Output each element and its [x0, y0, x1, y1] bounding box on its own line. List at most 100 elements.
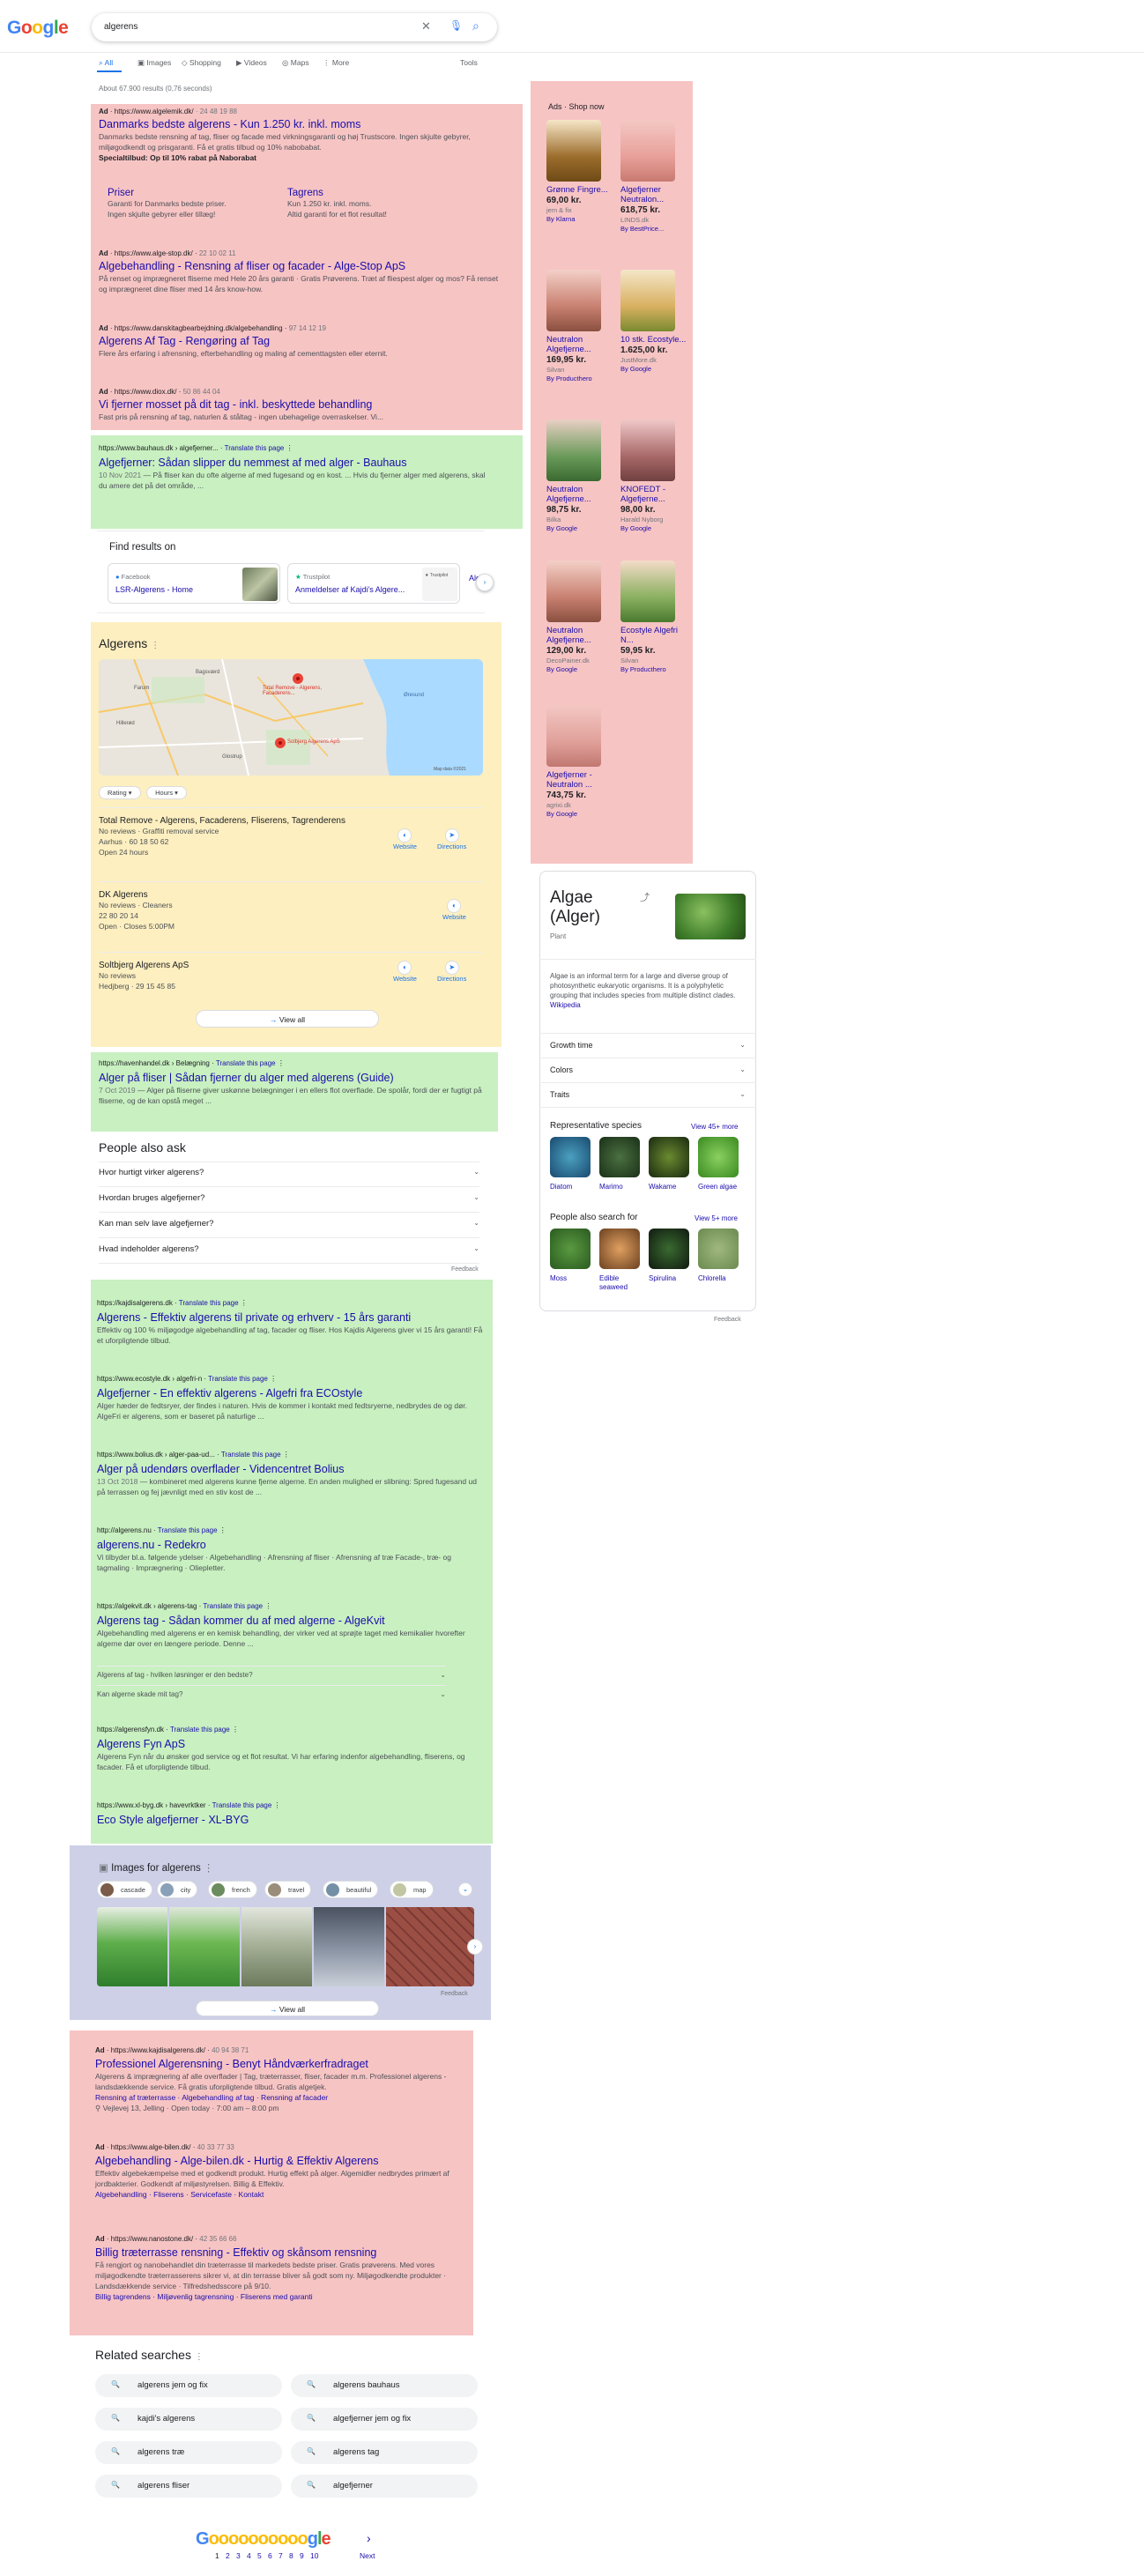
- image-chip[interactable]: city: [157, 1881, 198, 1898]
- image-chip[interactable]: french: [208, 1881, 257, 1898]
- phone-number[interactable]: 42 35 66 66: [199, 2235, 236, 2243]
- result-title[interactable]: Alger på fliser | Sådan fjerner du alger…: [99, 1071, 487, 1085]
- algae-image[interactable]: [675, 894, 746, 939]
- result-url[interactable]: https://www.alge-bilen.dk/: [111, 2143, 191, 2151]
- species-thumbnail[interactable]: [599, 1137, 640, 1177]
- related-search[interactable]: algerens tag: [291, 2441, 478, 2464]
- related-name[interactable]: Edible seaweed: [599, 1274, 643, 1292]
- search-input[interactable]: algerens: [104, 22, 137, 32]
- tools-button[interactable]: Tools: [460, 58, 478, 67]
- feedback-link[interactable]: Feedback: [451, 1266, 479, 1273]
- more-vertical-icon[interactable]: ⋮: [151, 641, 160, 650]
- related-search[interactable]: algerens bauhaus: [291, 2374, 478, 2397]
- translate-link[interactable]: Translate this page: [221, 1451, 281, 1459]
- knowledge-facet[interactable]: Growth time ⌄: [550, 1041, 746, 1050]
- product-card[interactable]: Algefjerner - Neutralon ... 743,75 kr. agr…: [546, 705, 617, 819]
- ad-location[interactable]: Vejlevej 13, Jelling · Open today · 7:00…: [103, 2104, 279, 2112]
- result-title[interactable]: Algerens - Effektiv algerens til private…: [97, 1310, 485, 1325]
- result-title[interactable]: Algefjerner: Sådan slipper du nemmest af…: [99, 456, 495, 470]
- related-thumbnail[interactable]: [599, 1229, 640, 1269]
- result-url[interactable]: https://kajdisalgerens.dk: [97, 1299, 173, 1307]
- result-url[interactable]: https://www.bolius.dk › alger-paa-ud...: [97, 1451, 215, 1459]
- ad-links[interactable]: Algebehandling · Fliserens · Servicefast…: [95, 2189, 465, 2200]
- page-number[interactable]: 10: [310, 2551, 318, 2560]
- search-box[interactable]: algerens ✕ 🎙 ⌕: [92, 13, 497, 41]
- faq-item[interactable]: Algerens af tag - hvilken løsninger er d…: [97, 1671, 446, 1679]
- product-card[interactable]: KNOFEDT - Algefjerne... 98,00 kr. Harald N…: [620, 419, 691, 533]
- more-vertical-icon[interactable]: ⋮: [278, 1059, 285, 1067]
- knowledge-facet[interactable]: Traits ⌄: [550, 1090, 746, 1099]
- view-more-link[interactable]: View 5+ more: [695, 1214, 738, 1222]
- ad-links[interactable]: Rensning af træterrasse · Algebehandling…: [95, 2092, 465, 2103]
- local-business[interactable]: Total Remove - Algerens, Facaderens, Fli…: [99, 816, 381, 857]
- more-vertical-icon[interactable]: ⋮: [283, 1451, 290, 1459]
- paa-question[interactable]: Hvad indeholder algerens? ⌄: [99, 1244, 479, 1254]
- tab-all[interactable]: ⌕ All: [99, 58, 113, 68]
- phone-number[interactable]: 50 86 44 04: [183, 388, 220, 396]
- local-business[interactable]: DK Algerens No reviews · Cleaners 22 80 …: [99, 890, 381, 932]
- related-name[interactable]: Moss: [550, 1274, 594, 1283]
- species-name[interactable]: Diatom: [550, 1183, 594, 1191]
- result-title[interactable]: Professionel Algerensning - Benyt Håndvæ…: [95, 2057, 465, 2071]
- find-result-name[interactable]: Anmeldelser af Kajdi's Algere...: [295, 585, 405, 594]
- phone-number[interactable]: 40 94 38 71: [212, 2046, 249, 2054]
- result-title[interactable]: Algerens tag - Sådan kommer du af med al…: [97, 1614, 485, 1628]
- species-thumbnail[interactable]: [698, 1137, 739, 1177]
- tab-maps[interactable]: ◎ Maps: [282, 58, 309, 68]
- page-number[interactable]: 8: [289, 2551, 293, 2560]
- more-vertical-icon[interactable]: ⋮: [232, 1726, 239, 1733]
- related-search[interactable]: kajdi's algerens: [95, 2408, 282, 2431]
- result-title[interactable]: Alger på udendørs overflader - Videncent…: [97, 1462, 485, 1476]
- result-url[interactable]: https://www.alge-stop.dk/: [115, 249, 193, 257]
- search-icon[interactable]: ⌕: [472, 19, 479, 33]
- image-chip[interactable]: travel: [264, 1881, 312, 1898]
- translate-link[interactable]: Translate this page: [203, 1602, 263, 1610]
- chevron-right-icon[interactable]: ›: [367, 2531, 371, 2545]
- ad-links[interactable]: Billig tagrendens · Miljøvenlig tagrensn…: [95, 2291, 465, 2302]
- related-search[interactable]: algerens træ: [95, 2441, 282, 2464]
- sitelink-title[interactable]: Priser: [108, 188, 249, 198]
- image-result[interactable]: [314, 1907, 384, 1986]
- phone-number[interactable]: 22 10 02 11: [199, 249, 236, 257]
- website-button[interactable]: ◐ Website: [442, 899, 466, 921]
- species-thumbnail[interactable]: [550, 1137, 591, 1177]
- species-name[interactable]: Marimo: [599, 1183, 643, 1191]
- page-number[interactable]: 2: [226, 2551, 230, 2560]
- product-card[interactable]: Neutralon Algefjerne... 129,00 kr. DecoPai…: [546, 560, 617, 674]
- map[interactable]: Bagsværd Farum Hillerød Glostrup Solbjer…: [99, 659, 483, 776]
- page-number[interactable]: 4: [247, 2551, 251, 2560]
- translate-link[interactable]: Translate this page: [216, 1059, 276, 1067]
- result-title[interactable]: Eco Style algefjerner - XL-BYG: [97, 1813, 485, 1827]
- business-name[interactable]: Soltbjerg Algerens ApS: [99, 961, 381, 970]
- tab-images[interactable]: ▣ Images: [137, 58, 171, 68]
- share-icon[interactable]: ⤴: [640, 890, 650, 904]
- species-name[interactable]: Wakame: [649, 1183, 693, 1191]
- next-page-link[interactable]: Next: [360, 2551, 375, 2560]
- website-button[interactable]: ◐ Website: [393, 828, 417, 850]
- wikipedia-link[interactable]: Wikipedia: [550, 1001, 581, 1009]
- microphone-icon[interactable]: 🎙: [449, 19, 463, 32]
- image-result[interactable]: [241, 1907, 312, 1986]
- feedback-link[interactable]: Feedback: [714, 1317, 741, 1323]
- faq-item[interactable]: Kan algerne skade mit tag? ⌄: [97, 1690, 446, 1698]
- more-vertical-icon[interactable]: ⋮: [286, 444, 293, 452]
- translate-link[interactable]: Translate this page: [212, 1801, 272, 1809]
- phone-number[interactable]: 24 48 19 88: [200, 108, 237, 115]
- page-number[interactable]: 7: [279, 2551, 283, 2560]
- result-url[interactable]: https://www.diox.dk/: [115, 388, 177, 396]
- result-title[interactable]: Danmarks bedste algerens - Kun 1.250 kr.…: [99, 117, 504, 131]
- species-name[interactable]: Green algae: [698, 1183, 742, 1191]
- tab-videos[interactable]: ▶ Videos: [236, 58, 267, 68]
- result-title[interactable]: Algebehandling - Alge-bilen.dk - Hurtig …: [95, 2154, 465, 2168]
- result-url[interactable]: https://algekvit.dk › algerens-tag: [97, 1602, 197, 1610]
- knowledge-facet[interactable]: Colors ⌄: [550, 1065, 746, 1074]
- more-vertical-icon[interactable]: ⋮: [270, 1375, 277, 1383]
- result-url[interactable]: https://www.algelemik.dk/: [115, 108, 194, 115]
- translate-link[interactable]: Translate this page: [179, 1299, 239, 1307]
- directions-button[interactable]: ➤ Directions: [437, 828, 466, 850]
- business-name[interactable]: Total Remove - Algerens, Facaderens, Fli…: [99, 816, 381, 826]
- more-vertical-icon[interactable]: ⋮: [204, 1863, 214, 1874]
- more-vertical-icon[interactable]: ⋮: [274, 1801, 281, 1809]
- result-url[interactable]: https://havenhandel.dk › Belægning: [99, 1059, 210, 1067]
- related-search[interactable]: algerens jem og fix: [95, 2374, 282, 2397]
